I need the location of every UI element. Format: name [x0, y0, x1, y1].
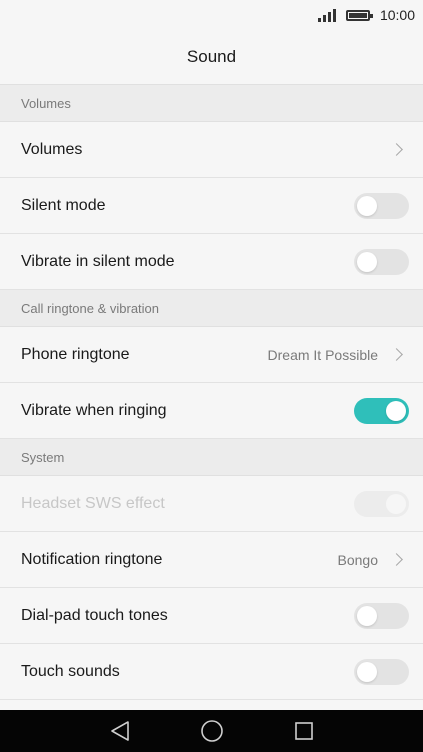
vibrate-in-silent-mode-label: Vibrate in silent mode: [21, 252, 175, 270]
settings-list: Volumes Volumes Silent mode Vibrate in s…: [0, 85, 423, 700]
headset-sws-effect-row: Headset SWS effect: [0, 476, 423, 532]
phone-ringtone-row[interactable]: Phone ringtone Dream It Possible: [0, 327, 423, 383]
phone-ringtone-label: Phone ringtone: [21, 345, 130, 363]
vibrate-when-ringing-row[interactable]: Vibrate when ringing: [0, 383, 423, 439]
volumes-label: Volumes: [21, 140, 83, 158]
chevron-right-icon: [390, 143, 403, 156]
dial-pad-touch-tones-label: Dial-pad touch tones: [21, 606, 168, 624]
silent-mode-toggle[interactable]: [354, 192, 409, 219]
page-title: Sound: [0, 30, 423, 85]
notification-ringtone-label: Notification ringtone: [21, 550, 163, 568]
section-header-call-ringtone: Call ringtone & vibration: [0, 290, 423, 327]
battery-icon: [345, 9, 373, 21]
section-header-volumes: Volumes: [0, 85, 423, 122]
navigation-bar: [0, 710, 423, 752]
headset-sws-effect-toggle: [354, 490, 409, 517]
dial-pad-touch-tones-toggle[interactable]: [354, 602, 409, 629]
headset-sws-effect-label: Headset SWS effect: [21, 494, 165, 512]
phone-ringtone-value: Dream It Possible: [267, 346, 378, 363]
volumes-row[interactable]: Volumes: [0, 122, 423, 178]
chevron-right-icon: [390, 348, 403, 361]
notification-ringtone-row[interactable]: Notification ringtone Bongo: [0, 532, 423, 588]
silent-mode-label: Silent mode: [21, 196, 106, 214]
silent-mode-row[interactable]: Silent mode: [0, 178, 423, 234]
notification-ringtone-value: Bongo: [337, 551, 378, 568]
chevron-right-icon: [390, 553, 403, 566]
status-bar: 10:00: [0, 0, 423, 30]
signal-icon: [317, 8, 336, 22]
back-triangle-icon[interactable]: [110, 720, 130, 742]
home-circle-icon[interactable]: [200, 719, 224, 743]
touch-sounds-label: Touch sounds: [21, 662, 120, 680]
section-header-system: System: [0, 439, 423, 476]
status-time: 10:00: [379, 7, 415, 23]
vibrate-in-silent-mode-toggle[interactable]: [354, 248, 409, 275]
touch-sounds-toggle[interactable]: [354, 658, 409, 685]
vibrate-when-ringing-label: Vibrate when ringing: [21, 401, 167, 419]
touch-sounds-row[interactable]: Touch sounds: [0, 644, 423, 700]
dial-pad-touch-tones-row[interactable]: Dial-pad touch tones: [0, 588, 423, 644]
vibrate-in-silent-mode-row[interactable]: Vibrate in silent mode: [0, 234, 423, 290]
recent-square-icon[interactable]: [294, 721, 314, 741]
vibrate-when-ringing-toggle[interactable]: [354, 397, 409, 424]
